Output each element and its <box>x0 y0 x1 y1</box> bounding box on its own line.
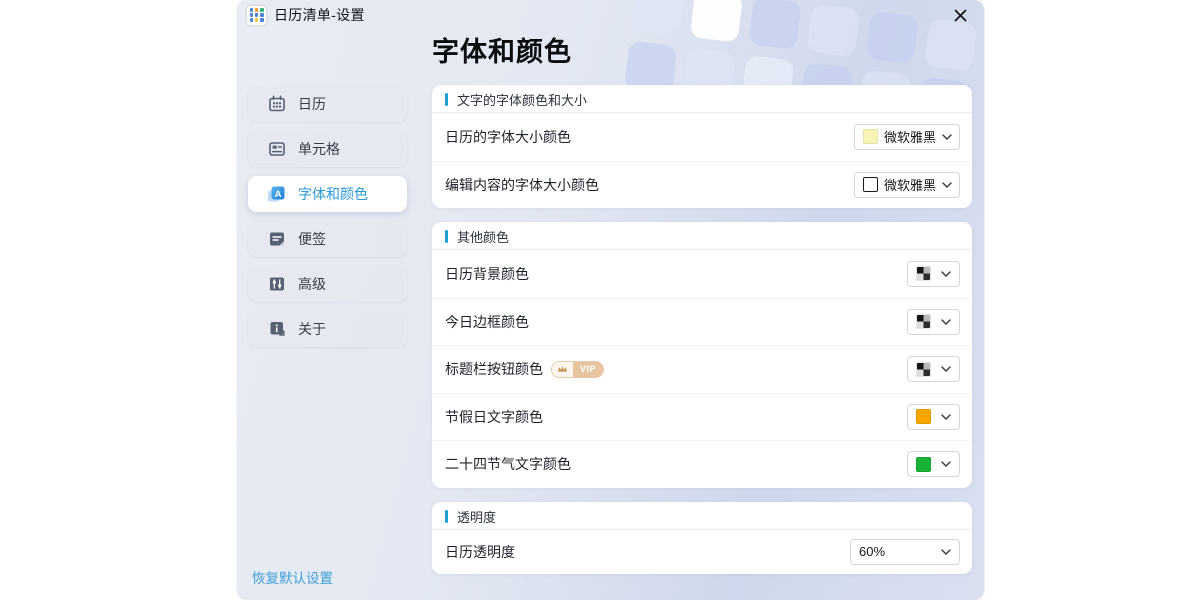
setting-label: 日历透明度 <box>445 542 515 562</box>
deco-tile <box>807 4 860 57</box>
settings-content: 文字的字体颜色和大小 日历的字体大小颜色 微软雅黑 编辑内容的字体大小颜色 <box>432 85 972 574</box>
color-swatch <box>916 362 931 377</box>
today-border-color-select[interactable] <box>907 309 960 335</box>
section-accent-bar <box>445 93 448 106</box>
cell-icon <box>267 140 286 159</box>
setting-label: 节假日文字颜色 <box>445 407 543 427</box>
section-header: 文字的字体颜色和大小 <box>432 85 972 113</box>
setting-row: 日历背景颜色 <box>432 250 972 298</box>
section-header: 其他颜色 <box>432 222 972 250</box>
setting-label-text: 标题栏按钮颜色 <box>445 359 543 379</box>
sidebar-item-cell[interactable]: 单元格 <box>248 131 407 167</box>
color-swatch <box>863 129 878 144</box>
setting-row: 今日边框颜色 <box>432 298 972 346</box>
color-swatch <box>916 457 931 472</box>
setting-row: 日历的字体大小颜色 微软雅黑 <box>432 113 972 161</box>
section-header: 透明度 <box>432 502 972 530</box>
setting-row: 编辑内容的字体大小颜色 微软雅黑 <box>432 161 972 209</box>
sidebar-item-notes[interactable]: 便签 <box>248 221 407 257</box>
section-title: 文字的字体颜色和大小 <box>457 90 587 109</box>
calendar-opacity-select[interactable]: 60% <box>850 539 960 565</box>
holiday-text-color-select[interactable] <box>907 404 960 430</box>
chevron-down-icon <box>941 319 951 325</box>
chevron-down-icon <box>942 182 952 188</box>
sidebar-item-label: 日历 <box>298 94 326 114</box>
about-icon <box>267 320 286 339</box>
app-logo-icon <box>247 6 266 25</box>
sidebar-item-label: 关于 <box>298 319 326 339</box>
deco-tile <box>748 0 801 50</box>
window-title: 日历清单-设置 <box>274 5 365 25</box>
section-accent-bar <box>445 230 448 243</box>
color-swatch <box>916 314 931 329</box>
settings-window: 日历清单-设置 字体和颜色 <box>237 0 984 600</box>
close-button[interactable] <box>947 2 973 28</box>
section-transparency: 透明度 日历透明度 60% <box>432 502 972 574</box>
note-icon <box>267 230 286 249</box>
setting-label: 二十四节气文字颜色 <box>445 454 571 474</box>
screen: 日历清单-设置 字体和颜色 <box>0 0 1200 600</box>
chevron-down-icon <box>942 134 952 140</box>
font-color-icon: A <box>267 185 286 204</box>
section-other-colors: 其他颜色 日历背景颜色 今日边框颜色 <box>432 222 972 488</box>
select-value: 微软雅黑 <box>884 175 936 194</box>
color-swatch <box>916 266 931 281</box>
reset-defaults-link[interactable]: 恢复默认设置 <box>252 567 333 587</box>
setting-label: 标题栏按钮颜色 VIP <box>445 359 604 379</box>
deco-tile <box>631 0 684 35</box>
calendar-font-select[interactable]: 微软雅黑 <box>854 124 960 150</box>
color-swatch <box>863 177 878 192</box>
setting-label: 今日边框颜色 <box>445 312 529 332</box>
sidebar-item-label: 字体和颜色 <box>298 184 368 204</box>
color-swatch <box>916 409 931 424</box>
section-title: 其他颜色 <box>457 227 509 246</box>
sidebar-item-label: 便签 <box>298 229 326 249</box>
setting-row: 二十四节气文字颜色 <box>432 440 972 488</box>
section-title: 透明度 <box>457 507 496 526</box>
chevron-down-icon <box>941 366 951 372</box>
advanced-icon <box>267 275 286 294</box>
page-title: 字体和颜色 <box>432 30 572 69</box>
setting-label: 编辑内容的字体大小颜色 <box>445 175 599 195</box>
vip-badge: VIP <box>551 361 604 378</box>
crown-icon <box>552 362 573 377</box>
vip-badge-label: VIP <box>573 362 603 377</box>
setting-label: 日历背景颜色 <box>445 264 529 284</box>
close-icon <box>954 9 967 22</box>
chevron-down-icon <box>941 414 951 420</box>
sidebar-item-calendar[interactable]: 日历 <box>248 86 407 122</box>
select-value: 60% <box>859 544 885 559</box>
sidebar-item-label: 单元格 <box>298 139 340 159</box>
chevron-down-icon <box>941 461 951 467</box>
sidebar-item-about[interactable]: 关于 <box>248 311 407 347</box>
section-accent-bar <box>445 510 448 523</box>
setting-row: 节假日文字颜色 <box>432 393 972 441</box>
select-value: 微软雅黑 <box>884 127 936 146</box>
chevron-down-icon <box>941 271 951 277</box>
calendar-icon <box>267 95 286 114</box>
chevron-down-icon <box>941 549 951 555</box>
setting-label: 日历的字体大小颜色 <box>445 127 571 147</box>
svg-text:A: A <box>275 188 282 199</box>
sidebar-item-label: 高级 <box>298 274 326 294</box>
titlebar: 日历清单-设置 <box>247 5 365 25</box>
sidebar-item-font-and-color[interactable]: A 字体和颜色 <box>248 176 407 212</box>
section-text-font-color-size: 文字的字体颜色和大小 日历的字体大小颜色 微软雅黑 编辑内容的字体大小颜色 <box>432 85 972 208</box>
sidebar: 日历 单元格 <box>248 86 407 347</box>
titlebar-button-color-select[interactable] <box>907 356 960 382</box>
setting-row: 标题栏按钮颜色 VIP <box>432 345 972 393</box>
editor-font-select[interactable]: 微软雅黑 <box>854 172 960 198</box>
deco-tile <box>690 0 743 43</box>
setting-row: 日历透明度 60% <box>432 530 972 574</box>
deco-tile <box>865 11 918 64</box>
calendar-bg-color-select[interactable] <box>907 261 960 287</box>
solar-term-text-color-select[interactable] <box>907 451 960 477</box>
sidebar-item-advanced[interactable]: 高级 <box>248 266 407 302</box>
